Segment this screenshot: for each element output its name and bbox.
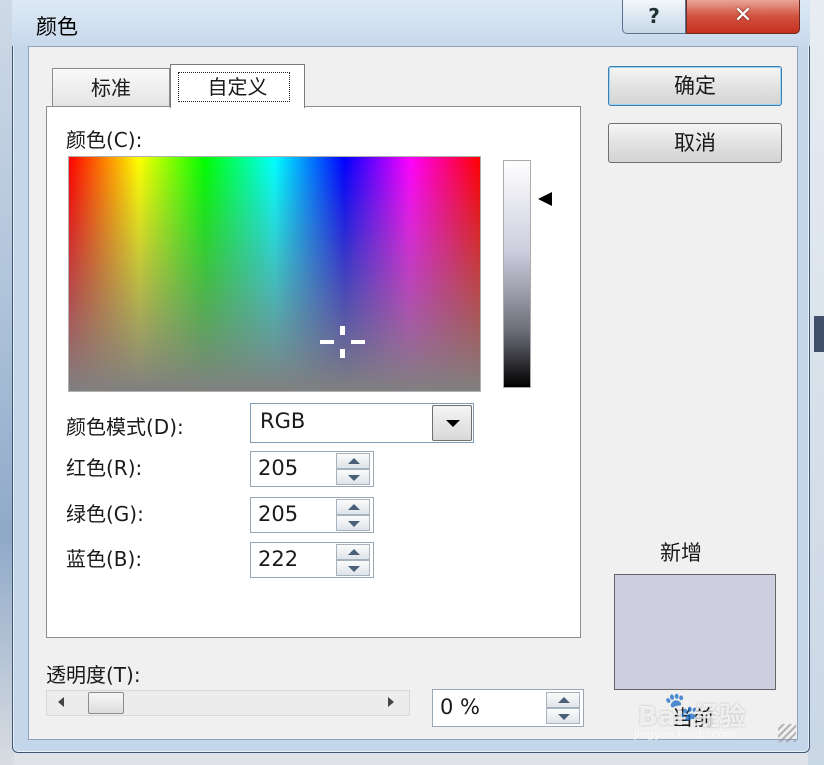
luminance-slider[interactable] bbox=[503, 160, 531, 388]
spin-down-button[interactable] bbox=[336, 469, 370, 485]
arrow-down-icon bbox=[348, 521, 360, 527]
cancel-button-label: 取消 bbox=[674, 131, 716, 155]
red-label: 红色(R): bbox=[66, 456, 143, 480]
watermark: 🐾 Bai 经验 jingyan.baidu.com bbox=[630, 690, 810, 746]
tab-standard[interactable]: 标准 bbox=[52, 68, 170, 106]
spin-up-button[interactable] bbox=[336, 499, 370, 515]
spin-down-button[interactable] bbox=[546, 708, 580, 724]
new-color-swatch bbox=[614, 574, 776, 690]
luminance-arrow-icon[interactable] bbox=[538, 192, 552, 206]
ok-button-label: 确定 bbox=[674, 74, 716, 98]
help-button[interactable]: ? bbox=[622, 0, 686, 34]
transparency-value: 0 % bbox=[440, 695, 480, 719]
chevron-down-icon bbox=[446, 420, 460, 427]
transparency-stepper[interactable] bbox=[546, 692, 580, 724]
green-value: 205 bbox=[258, 502, 299, 526]
colors-label: 颜色(C): bbox=[66, 128, 143, 152]
crosshair-icon bbox=[320, 326, 366, 358]
spin-up-button[interactable] bbox=[546, 692, 580, 708]
blue-value: 222 bbox=[258, 547, 299, 571]
ok-button[interactable]: 确定 bbox=[608, 66, 782, 106]
tab-focus-rect bbox=[178, 72, 290, 102]
spin-down-button[interactable] bbox=[336, 515, 370, 531]
spin-up-button[interactable] bbox=[336, 453, 370, 469]
background-right bbox=[808, 0, 824, 765]
transparency-label: 透明度(T): bbox=[46, 663, 141, 687]
color-mode-value: RGB bbox=[260, 409, 306, 433]
arrow-down-icon bbox=[348, 475, 360, 481]
help-icon: ? bbox=[648, 4, 660, 28]
transparency-slider-thumb[interactable] bbox=[88, 692, 124, 714]
color-spectrum[interactable] bbox=[68, 156, 481, 392]
arrow-up-icon bbox=[558, 697, 570, 703]
tab-standard-label: 标准 bbox=[91, 76, 131, 100]
green-stepper[interactable] bbox=[336, 499, 370, 531]
window-title: 颜色 bbox=[36, 15, 78, 39]
blue-stepper[interactable] bbox=[336, 544, 370, 576]
arrow-up-icon bbox=[348, 549, 360, 555]
red-stepper[interactable] bbox=[336, 453, 370, 485]
color-mode-label: 颜色模式(D): bbox=[66, 415, 184, 439]
arrow-up-icon bbox=[348, 504, 360, 510]
arrow-down-icon bbox=[558, 714, 570, 720]
red-value: 205 bbox=[258, 456, 299, 480]
new-color-label: 新增 bbox=[660, 541, 702, 565]
spin-up-button[interactable] bbox=[336, 544, 370, 560]
watermark-url: jingyan.baidu.com bbox=[634, 728, 736, 741]
close-icon: ✕ bbox=[733, 3, 753, 28]
scroll-right-icon[interactable] bbox=[388, 697, 394, 707]
green-label: 绿色(G): bbox=[66, 502, 144, 526]
background-mark bbox=[814, 316, 824, 352]
scroll-left-icon[interactable] bbox=[58, 697, 64, 707]
spin-down-button[interactable] bbox=[336, 560, 370, 576]
close-button[interactable]: ✕ bbox=[686, 0, 800, 34]
arrow-down-icon bbox=[348, 566, 360, 572]
cancel-button[interactable]: 取消 bbox=[608, 123, 782, 163]
blue-label: 蓝色(B): bbox=[66, 547, 143, 571]
arrow-up-icon bbox=[348, 458, 360, 464]
